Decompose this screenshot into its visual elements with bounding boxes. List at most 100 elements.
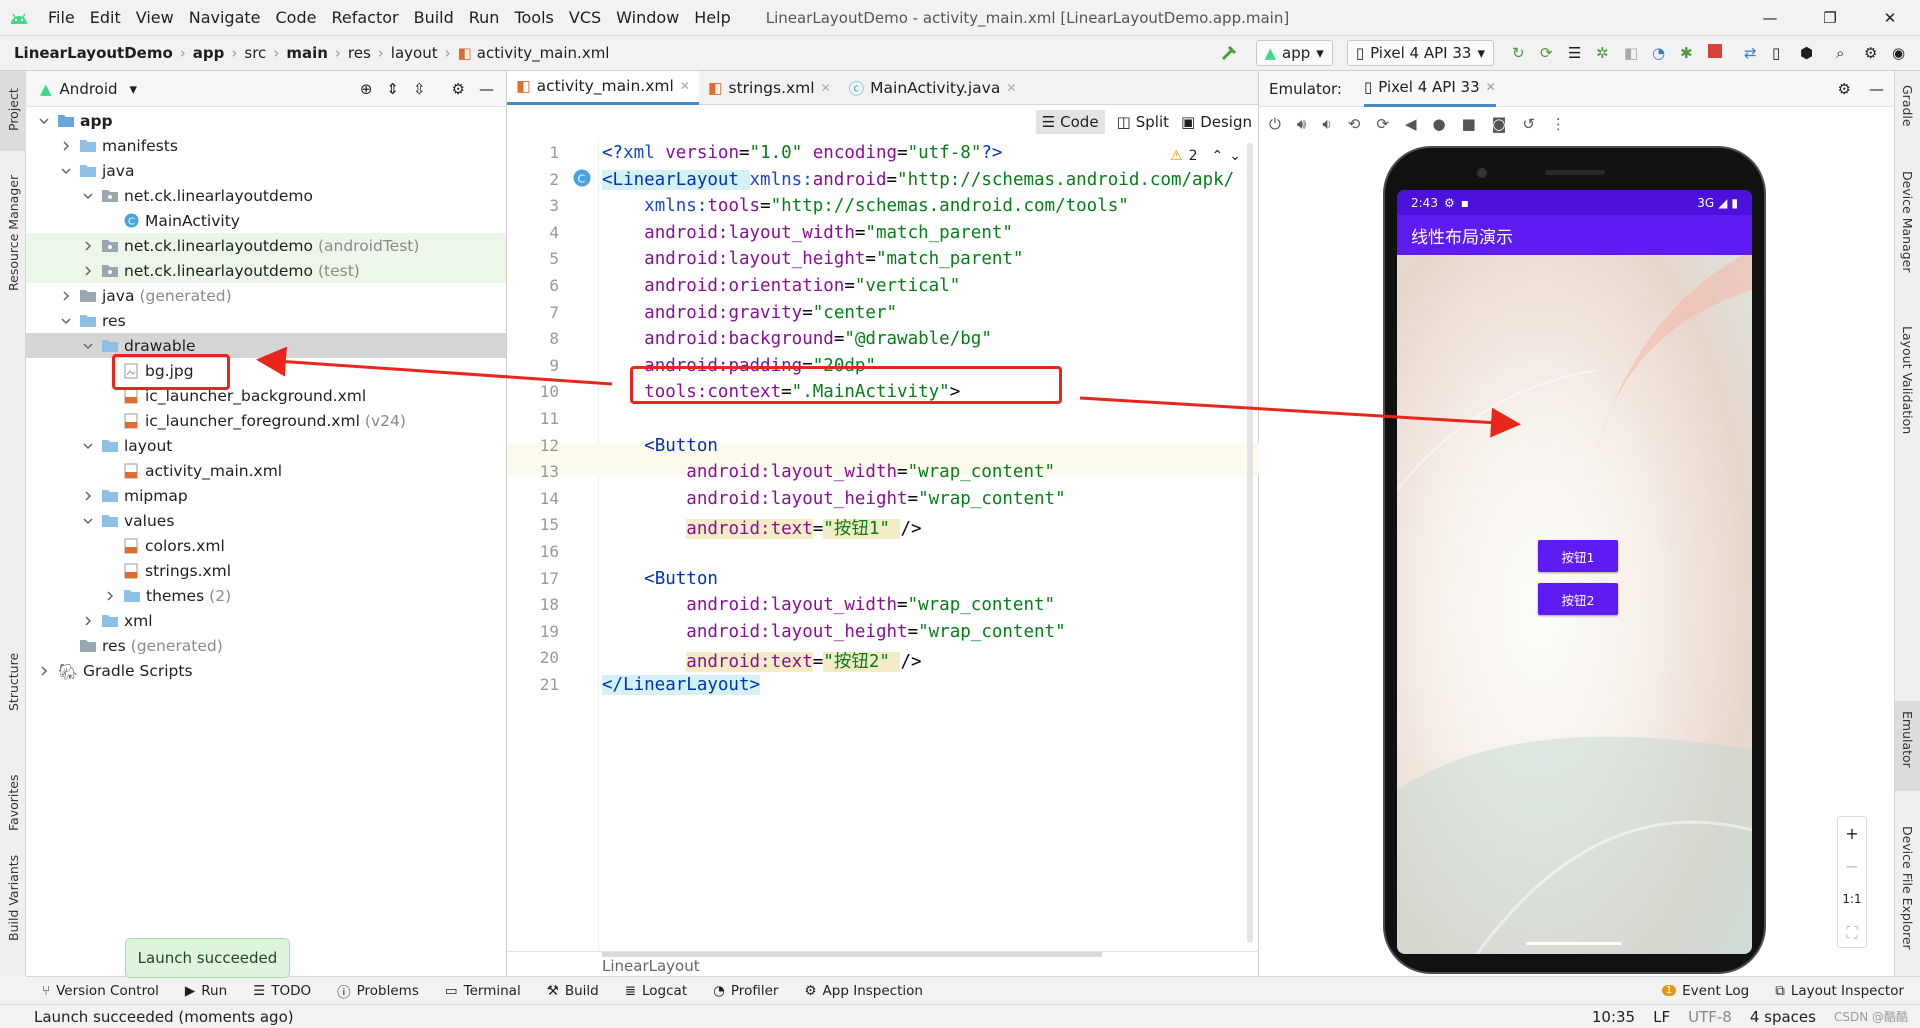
debug-icon[interactable]: ✲ bbox=[1596, 44, 1614, 62]
chevron-up-icon[interactable]: ⌃ bbox=[1211, 148, 1223, 164]
structure-tool-tab[interactable]: Structure bbox=[6, 653, 21, 711]
snapshot-icon[interactable]: ↺ bbox=[1522, 115, 1535, 133]
maximize-button[interactable]: ❐ bbox=[1800, 9, 1860, 27]
chevron-down-icon[interactable] bbox=[82, 340, 94, 352]
locate-icon[interactable]: ⊕ bbox=[360, 80, 373, 98]
code-mode-button[interactable]: ☰ Code bbox=[1035, 110, 1105, 134]
breadcrumb-item[interactable]: activity_main.xml bbox=[477, 44, 610, 62]
layout-inspector-button[interactable]: ⧉ Layout Inspector bbox=[1775, 983, 1904, 999]
device-manager-icon[interactable]: ▯ bbox=[1772, 44, 1790, 62]
tree-item[interactable]: app bbox=[26, 108, 506, 133]
tree-item[interactable]: net.ck.linearlayoutdemo (test) bbox=[26, 258, 506, 283]
gradle-tool-tab[interactable]: Gradle bbox=[1900, 85, 1915, 127]
emulator-tool-tab[interactable]: Emulator bbox=[1900, 711, 1915, 768]
close-tab-icon[interactable]: ✕ bbox=[1006, 81, 1016, 95]
build-variants-tool-tab[interactable]: Build Variants bbox=[6, 855, 21, 941]
menu-window[interactable]: Window bbox=[616, 8, 679, 27]
inspection-widget[interactable]: ⚠ 2 ⌃ ⌄ bbox=[1170, 148, 1241, 164]
chevron-right-icon[interactable] bbox=[38, 665, 50, 677]
menu-code[interactable]: Code bbox=[276, 8, 317, 27]
overview-icon[interactable]: ■ bbox=[1462, 115, 1476, 133]
power-icon[interactable]: ⏻ bbox=[1269, 115, 1281, 133]
resource-manager-tool-tab[interactable]: Resource Manager bbox=[6, 175, 21, 291]
tree-item[interactable]: 🐘︎ Gradle Scripts bbox=[26, 658, 506, 683]
chevron-down-icon[interactable]: ▾ bbox=[130, 80, 138, 98]
menu-file[interactable]: File bbox=[48, 8, 75, 27]
layout-validation-tool-tab[interactable]: Layout Validation bbox=[1900, 326, 1915, 434]
tree-item[interactable]: res bbox=[26, 308, 506, 333]
tree-item[interactable]: java bbox=[26, 158, 506, 183]
gear-icon[interactable]: ⚙ bbox=[1838, 80, 1851, 98]
menu-tools[interactable]: Tools bbox=[514, 8, 553, 27]
bottom-tool-button[interactable]: ◔ Profiler bbox=[713, 983, 778, 999]
more-options-icon[interactable]: ⋮ bbox=[1551, 115, 1566, 133]
breadcrumb-item[interactable]: main bbox=[286, 44, 328, 62]
rotate-right-icon[interactable]: ⟳ bbox=[1376, 115, 1389, 133]
coverage-icon[interactable]: ◧ bbox=[1624, 44, 1642, 62]
zoom-fit-icon[interactable]: ⛶ bbox=[1838, 916, 1866, 949]
gradle-sync-icon[interactable]: ⇄ bbox=[1744, 44, 1762, 62]
tree-item[interactable]: C MainActivity bbox=[26, 208, 506, 233]
breadcrumb-item[interactable]: LinearLayoutDemo bbox=[14, 44, 173, 62]
editor-tab[interactable]: ◧ activity_main.xml ✕ bbox=[507, 70, 699, 105]
device-manager-tool-tab[interactable]: Device Manager bbox=[1900, 171, 1915, 273]
chevron-right-icon[interactable] bbox=[82, 240, 94, 252]
app-button-1[interactable]: 按钮1 bbox=[1538, 540, 1618, 572]
code-area[interactable]: C 1 <?xml version="1.0" encoding="utf-8"?… bbox=[507, 139, 1259, 951]
device-file-explorer-tool-tab[interactable]: Device File Explorer bbox=[1900, 826, 1915, 950]
event-log-button[interactable]: 1 Event Log bbox=[1661, 983, 1749, 999]
editor-tab[interactable]: ⓒ MainActivity.java ✕ bbox=[840, 71, 1026, 105]
back-icon[interactable]: ◀ bbox=[1405, 115, 1417, 133]
bottom-tool-button[interactable]: ⚙ App Inspection bbox=[804, 983, 923, 999]
bottom-tool-button[interactable]: ⑂ Version Control bbox=[42, 983, 159, 999]
camera-icon[interactable]: ◙ bbox=[1492, 115, 1507, 133]
chevron-right-icon[interactable] bbox=[82, 490, 94, 502]
design-mode-button[interactable]: ▣ Design bbox=[1181, 113, 1252, 131]
emulator-device-tab[interactable]: ▯ Pixel 4 API 33 ✕ bbox=[1363, 71, 1496, 107]
tree-item[interactable]: themes (2) bbox=[26, 583, 506, 608]
stop-icon[interactable] bbox=[1708, 44, 1726, 62]
chevron-down-icon[interactable] bbox=[82, 440, 94, 452]
tree-item[interactable]: bg.jpg bbox=[26, 358, 506, 383]
tree-item[interactable]: drawable bbox=[26, 333, 506, 358]
hide-panel-icon[interactable]: — bbox=[1869, 80, 1884, 98]
tree-item[interactable]: net.ck.linearlayoutdemo (androidTest) bbox=[26, 233, 506, 258]
bottom-tool-button[interactable]: ≣ Logcat bbox=[625, 983, 687, 999]
menu-refactor[interactable]: Refactor bbox=[331, 8, 398, 27]
close-tab-icon[interactable]: ✕ bbox=[821, 81, 831, 95]
chevron-right-icon[interactable] bbox=[104, 590, 116, 602]
breadcrumb-item[interactable]: app bbox=[193, 44, 225, 62]
device-select[interactable]: ▯ Pixel 4 API 33 ▾ bbox=[1346, 40, 1494, 66]
chevron-right-icon[interactable] bbox=[60, 140, 72, 152]
tree-item[interactable]: xml bbox=[26, 608, 506, 633]
bottom-tool-button[interactable]: ☰ TODO bbox=[253, 983, 311, 999]
menu-run[interactable]: Run bbox=[469, 8, 500, 27]
horizontal-scrollbar[interactable] bbox=[602, 952, 1102, 957]
breadcrumb-item[interactable]: layout bbox=[391, 44, 438, 62]
indent-setting[interactable]: 4 spaces bbox=[1750, 1008, 1816, 1026]
menu-edit[interactable]: Edit bbox=[90, 8, 121, 27]
gear-icon[interactable]: ⚙ bbox=[452, 80, 465, 98]
search-icon[interactable]: ⌕ bbox=[1836, 44, 1854, 62]
project-tool-tab[interactable]: Project bbox=[6, 88, 21, 131]
tree-item[interactable]: ic_launcher_background.xml bbox=[26, 383, 506, 408]
volume-down-icon[interactable]: 🔉︎ bbox=[1322, 115, 1331, 133]
run-config-select[interactable]: ▲ app ▾ bbox=[1255, 40, 1333, 66]
chevron-down-icon[interactable] bbox=[82, 515, 94, 527]
project-view-select[interactable]: Android bbox=[60, 80, 118, 98]
chevron-right-icon[interactable] bbox=[82, 265, 94, 277]
chevron-down-icon[interactable] bbox=[60, 165, 72, 177]
tree-item[interactable]: mipmap bbox=[26, 483, 506, 508]
class-reference-icon[interactable]: C bbox=[573, 169, 591, 187]
sdk-manager-icon[interactable]: ⬢ bbox=[1800, 44, 1818, 62]
close-window-button[interactable]: ✕ bbox=[1860, 9, 1920, 27]
home-icon[interactable]: ● bbox=[1432, 115, 1445, 133]
expand-all-icon[interactable]: ⇕ bbox=[386, 80, 399, 98]
zoom-in-icon[interactable]: + bbox=[1838, 817, 1866, 850]
menu-vcs[interactable]: VCS bbox=[569, 8, 601, 27]
menu-build[interactable]: Build bbox=[414, 8, 454, 27]
gesture-nav-bar[interactable] bbox=[1526, 942, 1622, 945]
editor-scrollbar[interactable] bbox=[1247, 143, 1253, 943]
tree-item[interactable]: manifests bbox=[26, 133, 506, 158]
minimize-button[interactable]: — bbox=[1740, 9, 1800, 27]
